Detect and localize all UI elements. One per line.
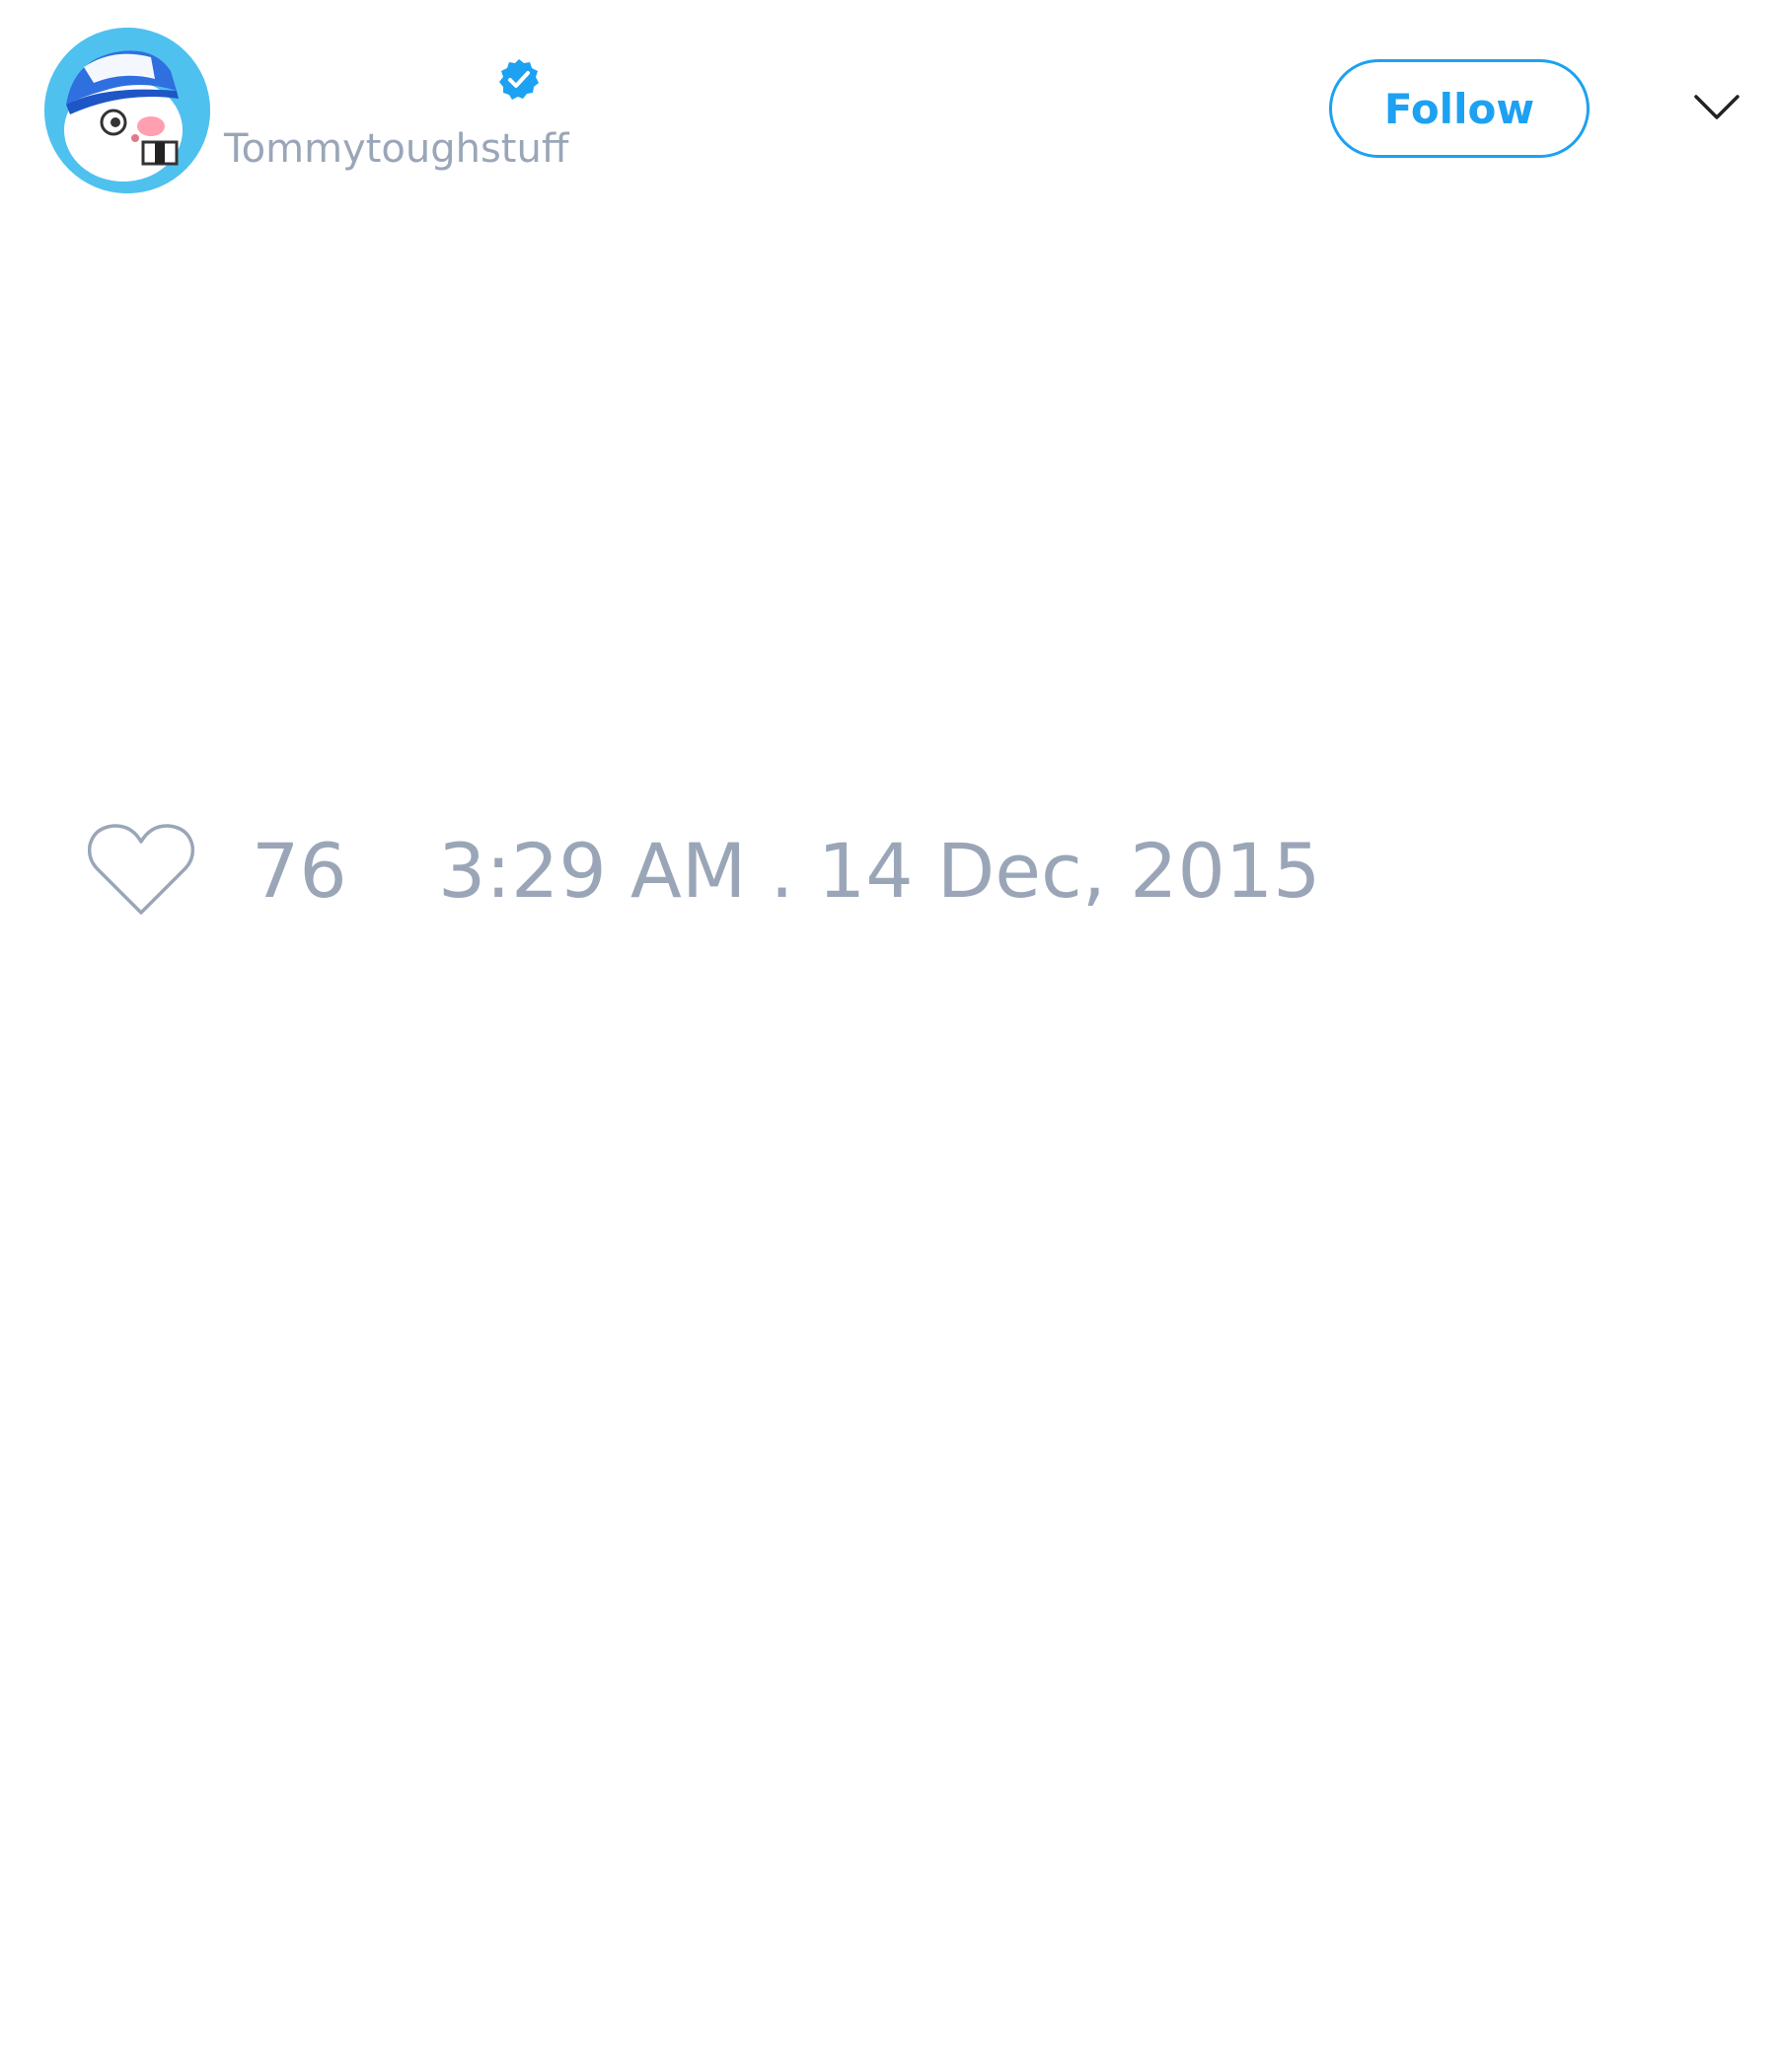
heart-icon[interactable] <box>88 822 194 919</box>
like-count: 76 <box>252 827 347 915</box>
chevron-down-icon[interactable] <box>1693 93 1740 122</box>
author-handle[interactable]: Tommytoughstuff <box>224 126 568 172</box>
avatar-image <box>44 28 210 193</box>
follow-button[interactable]: Follow <box>1329 59 1590 158</box>
avatar[interactable] <box>44 28 210 193</box>
tweet-timestamp[interactable]: 3:29 AM . 14 Dec, 2015 <box>438 827 1321 916</box>
verified-badge-icon <box>499 59 539 100</box>
tweet-card: Tommytoughstuff Follow 76 3:29 AM . 14 D… <box>0 0 1776 2072</box>
